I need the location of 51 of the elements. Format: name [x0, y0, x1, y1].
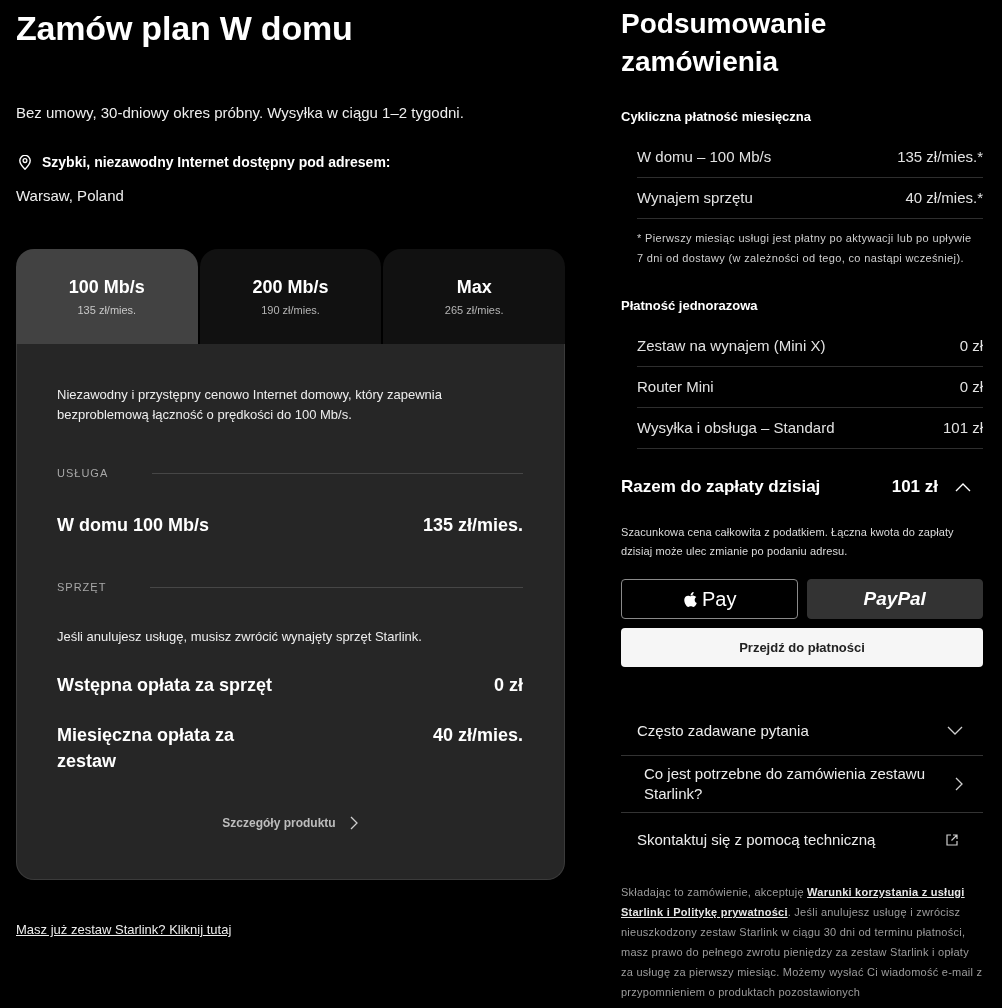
apple-pay-button[interactable]: Pay	[621, 579, 798, 619]
summary-item-label: Wysyłka i obsługa – Standard	[637, 418, 835, 438]
help-item[interactable]: Często zadawane pytania	[621, 706, 983, 756]
tax-note: Szacunkowa cena całkowita z podatkiem. Łączna kwota do zapłaty dzisiaj może ulec zmianie po podaniu adresu.	[621, 525, 955, 559]
summary-item-label: W domu – 100 Mb/s	[637, 147, 772, 167]
section-label: SPRZĘT	[57, 580, 107, 595]
summary-item-price: 101 zł	[942, 418, 983, 438]
total-amount: 101 zł	[891, 476, 938, 498]
subtitle-text: Bez umowy, 30-dniowy okres próbny. Wysyłka w ciągu 1–2 tygodni.	[16, 103, 464, 123]
group-heading: Płatność jednorazowa	[621, 297, 758, 315]
summary-item-price: 135 zł/mies.*	[897, 147, 983, 167]
plan-tab[interactable]: 200 Mb/s 190 zł/mies.	[199, 249, 382, 344]
product-details-link[interactable]: Szczegóły produktu	[222, 813, 358, 833]
item-price: 0 zł	[494, 674, 523, 697]
privacy-link[interactable]: Starlink i Politykę prywatności	[621, 906, 788, 918]
section-label: USŁUGA	[57, 466, 109, 481]
chevron-down-icon	[947, 726, 963, 735]
total-label: Razem do zapłaty dzisiaj	[621, 476, 822, 498]
note-text: Jeśli anulujesz usługę, musisz zwrócić wynajęty sprzęt Starlink.	[57, 628, 422, 646]
checkout-button[interactable]: Przejdź do płatności	[621, 628, 983, 667]
group-heading: Cykliczna płatność miesięczna	[621, 108, 812, 126]
item-label: W domu 100 Mb/s	[57, 514, 209, 537]
chevron-right-icon	[955, 777, 963, 791]
item-price: 40 zł/mies.	[432, 724, 523, 747]
apple-icon	[682, 590, 699, 608]
item-label: Wstępna opłata za sprzęt	[57, 674, 273, 697]
item-label: Miesięczna opłata za zestaw	[57, 724, 236, 773]
legal-text: Składając to zamówienie, akceptuję Warunki korzystania z usługi Starlink i Politykę prywatności. Jeśli anulujesz usługę i zwrócisz nieuszkodzony zestaw Starlink w ciągu 30 dni od terminu płatności, masz prawo do pełnego zwrotu pieniędzy za zestaw Starlink i opłaty za usługę za pierwszy miesiąc. Możemy wysłać Ci wiadomość e-mail z przypomnieniem o produktach pozostawionych	[621, 885, 983, 1000]
external-link-icon	[946, 834, 958, 846]
help-item[interactable]: Skontaktuj się z pomocą techniczną	[621, 813, 983, 867]
address-text: Warsaw, Poland	[16, 186, 124, 206]
chevron-right-icon	[349, 816, 358, 830]
plan-description: Niezawodny i przystępny cenowo Internet domowy, który zapewnia bezproblemową łączność o prędkości do 100 Mb/s.	[57, 386, 443, 424]
summary-item-price: 40 zł/mies.*	[905, 188, 983, 208]
summary-item-price: 0 zł	[959, 377, 983, 397]
help-item[interactable]: Co jest potrzebne do zamówienia zestawu Starlink?	[621, 756, 983, 813]
summary-item-label: Zestaw na wynajem (Mini X)	[637, 336, 826, 356]
paypal-button[interactable]: PayPal	[806, 579, 983, 619]
summary-item-label: Router Mini	[637, 377, 714, 397]
page-title: Zamów plan W domu	[16, 8, 353, 49]
existing-kit-link[interactable]: Masz już zestaw Starlink? Kliknij tutaj	[16, 920, 232, 940]
summary-title: Podsumowanie zamówienia	[621, 7, 828, 79]
summary-item-label: Wynajem sprzętu	[637, 188, 753, 208]
footnote-text: * Pierwszy miesiąc usługi jest płatny po aktywacji lub po upływie 7 dni od dostawy (w zależności od tego, co nastąpi wcześniej).	[637, 231, 973, 266]
availability-label: Szybki, niezawodny Internet dostępny pod adresem:	[42, 153, 391, 172]
location-pin-icon	[19, 154, 31, 170]
plan-tab[interactable]: 100 Mb/s 135 zł/mies.	[16, 249, 198, 344]
item-price: 135 zł/mies.	[422, 514, 523, 537]
summary-item-price: 0 zł	[959, 336, 983, 356]
terms-link[interactable]: Warunki korzystania z usługi	[807, 886, 965, 898]
plan-tab[interactable]: Max 265 zł/mies.	[383, 249, 565, 344]
